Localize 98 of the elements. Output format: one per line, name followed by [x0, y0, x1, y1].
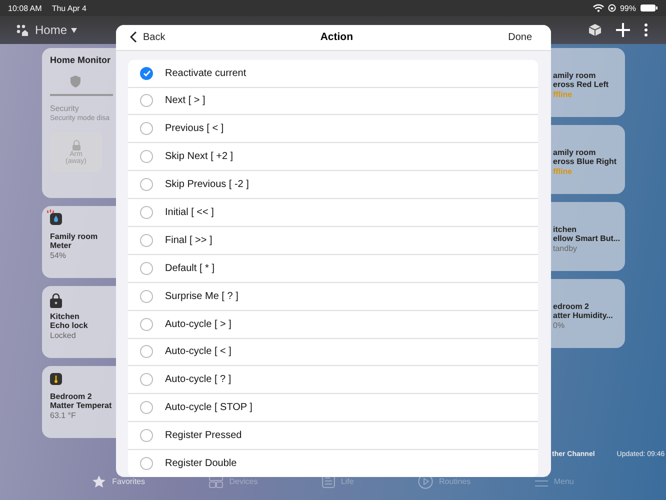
- device-card[interactable]: amily room eross Blue Right ffline: [549, 125, 625, 194]
- device-room: Family room: [50, 232, 99, 241]
- device-room: itchen: [553, 225, 578, 234]
- radio-button[interactable]: [140, 122, 153, 136]
- device-name: Meter: [50, 241, 72, 250]
- battery-icon: [640, 4, 658, 12]
- option-label: Register Double: [165, 458, 237, 470]
- device-name: ellow Smart But...: [553, 234, 619, 243]
- card-title: Home Monitor: [50, 55, 112, 65]
- radio-button[interactable]: [140, 345, 153, 358]
- option-label: Auto-cycle [ ? ]: [165, 374, 232, 386]
- option-row[interactable]: Skip Previous [ -2 ]: [128, 171, 538, 200]
- device-room: amily room: [553, 71, 597, 80]
- radio-button[interactable]: [140, 290, 153, 303]
- chevron-left-icon: [130, 31, 137, 44]
- device-card[interactable]: edroom 2 atter Humidity... 0%: [549, 279, 625, 348]
- radio-button[interactable]: [140, 150, 153, 164]
- radio-button[interactable]: [140, 234, 153, 247]
- option-label: Initial [ << ]: [165, 207, 214, 218]
- security-label: Security: [50, 104, 80, 113]
- device-status: 54%: [50, 251, 68, 260]
- device-name: Echo lock: [50, 321, 89, 330]
- status-date: Thu Apr 4: [52, 4, 86, 12]
- option-label: Skip Next [ +2 ]: [165, 151, 234, 162]
- option-label: Final [ >> ]: [165, 234, 212, 246]
- radio-button[interactable]: [140, 66, 153, 80]
- radio-button[interactable]: [140, 206, 153, 220]
- option-label: Auto-cycle [ > ]: [165, 318, 232, 330]
- lock-rotation-icon: [608, 4, 616, 12]
- device-card[interactable]: Kitchen Echo lock Locked: [42, 286, 117, 358]
- device-name: Matter Temperat: [50, 401, 113, 410]
- radio-button[interactable]: [140, 457, 153, 470]
- shield-icon: [70, 75, 81, 88]
- radio-button[interactable]: [140, 373, 153, 386]
- option-row[interactable]: Register Pressed: [128, 422, 538, 450]
- caret-down-icon[interactable]: [71, 28, 78, 32]
- water-drop-icon: [50, 213, 62, 225]
- device-room: amily room: [553, 148, 597, 157]
- done-button[interactable]: Done: [502, 30, 538, 44]
- device-card[interactable]: Bedroom 2 Matter Temperat 63.1 °F: [42, 366, 117, 438]
- option-row[interactable]: Register Double: [128, 450, 538, 477]
- home-grid-icon[interactable]: [16, 24, 29, 36]
- radio-button[interactable]: [140, 94, 153, 108]
- option-label: Next [ > ]: [165, 95, 206, 106]
- device-status: tandby: [553, 244, 578, 253]
- option-row[interactable]: Reactivate current: [128, 60, 538, 88]
- option-row[interactable]: Auto-cycle [ STOP ]: [128, 394, 538, 422]
- star-icon: [92, 474, 106, 488]
- option-label: Default [ * ]: [165, 262, 214, 274]
- device-card[interactable]: itchen ellow Smart But... tandby: [549, 202, 625, 271]
- radio-button[interactable]: [140, 318, 153, 331]
- status-time: 10:08 AM: [8, 4, 42, 12]
- more-icon[interactable]: [644, 23, 648, 37]
- radio-button[interactable]: [140, 429, 153, 442]
- device-status: 63.1 °F: [50, 411, 77, 420]
- option-label: Auto-cycle [ < ]: [165, 346, 232, 358]
- padlock-icon: [72, 140, 80, 150]
- option-row[interactable]: Skip Next [ +2 ]: [128, 143, 538, 172]
- thermometer-icon: [50, 373, 62, 385]
- back-button[interactable]: Back: [124, 30, 172, 44]
- device-status: 0%: [553, 321, 566, 330]
- option-row[interactable]: Surprise Me [ ? ]: [128, 282, 538, 311]
- checkmark-icon: [142, 70, 150, 77]
- cube-icon[interactable]: [588, 23, 602, 37]
- option-row[interactable]: Final [ >> ]: [128, 226, 538, 255]
- option-label: Register Pressed: [165, 430, 242, 442]
- device-room: Kitchen: [50, 312, 80, 321]
- radio-button[interactable]: [140, 401, 153, 414]
- radio-button[interactable]: [140, 178, 153, 192]
- radio-button[interactable]: [140, 262, 153, 275]
- option-label: Auto-cycle [ STOP ]: [165, 402, 252, 414]
- device-room: edroom 2: [553, 302, 590, 311]
- device-name: eross Red Left: [553, 80, 610, 89]
- option-row[interactable]: Auto-cycle [ < ]: [128, 338, 538, 366]
- device-status: Locked: [50, 331, 77, 340]
- device-name: atter Humidity...: [553, 311, 614, 320]
- device-card[interactable]: Family room Meter 54%: [42, 206, 117, 278]
- option-row[interactable]: Auto-cycle [ > ]: [128, 310, 538, 339]
- home-selector[interactable]: Home: [35, 23, 68, 37]
- device-name: eross Blue Right: [553, 157, 618, 166]
- option-label: Skip Previous [ -2 ]: [165, 179, 249, 190]
- option-row[interactable]: Auto-cycle [ ? ]: [128, 366, 538, 394]
- wifi-icon: [592, 4, 604, 12]
- option-row[interactable]: Previous [ < ]: [128, 115, 538, 144]
- sheet-title: Action: [320, 31, 353, 44]
- option-row[interactable]: Next [ > ]: [128, 88, 538, 116]
- option-label: Reactivate current: [165, 68, 246, 79]
- battery-percent: 99%: [620, 4, 636, 12]
- device-card[interactable]: amily room eross Red Left ffline: [549, 48, 625, 117]
- device-status: ffline: [553, 167, 574, 176]
- padlock-icon: [50, 293, 62, 308]
- device-room: Bedroom 2: [50, 392, 93, 401]
- device-status: ffline: [553, 90, 574, 99]
- option-row[interactable]: Initial [ << ]: [128, 199, 538, 227]
- plus-icon[interactable]: [616, 23, 630, 37]
- option-row[interactable]: Default [ * ]: [128, 254, 538, 283]
- option-label: Surprise Me [ ? ]: [165, 290, 238, 302]
- option-label: Previous [ < ]: [165, 123, 224, 134]
